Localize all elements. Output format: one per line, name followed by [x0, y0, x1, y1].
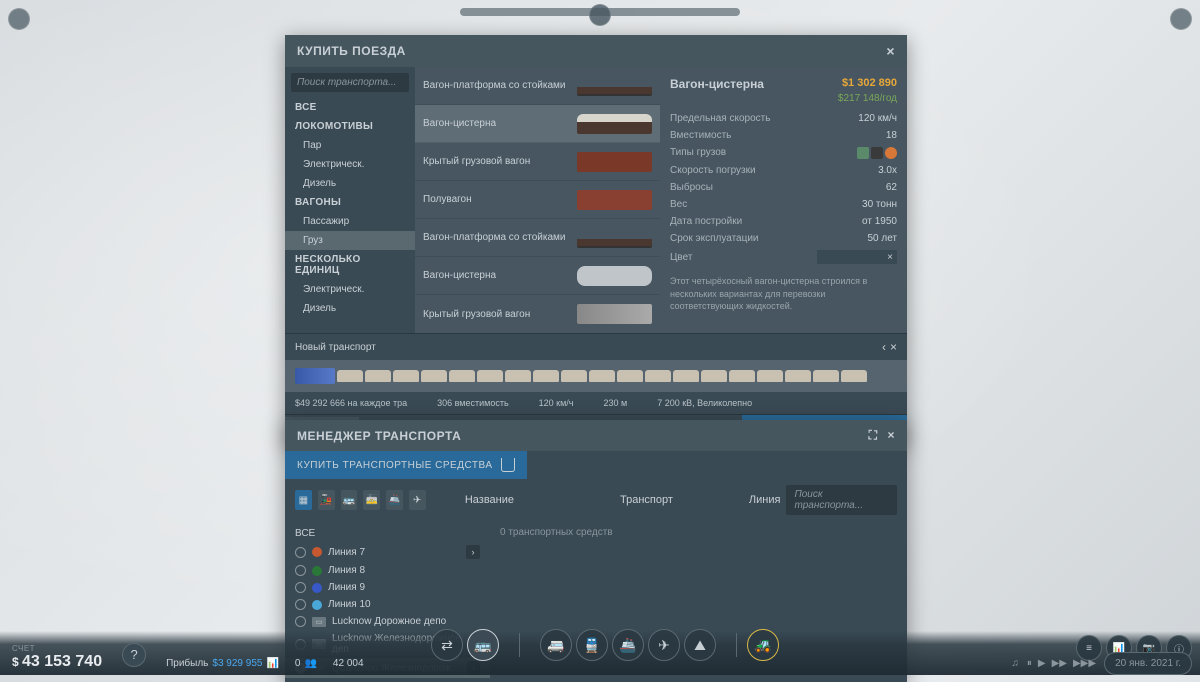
road-button[interactable]: 🚐	[540, 629, 572, 661]
pause-button[interactable]: ⏸	[1027, 658, 1032, 669]
train-stats: $49 292 666 на каждое тра 306 вместимост…	[285, 392, 907, 414]
line-item[interactable]: Линия 7›	[285, 542, 490, 562]
cat-steam[interactable]: Пар	[285, 136, 415, 155]
cat-electric[interactable]: Электрическ.	[285, 155, 415, 174]
top-center-button[interactable]	[589, 4, 611, 26]
vehicle-preview-icon	[577, 114, 652, 134]
filter-tram-icon[interactable]: 🚋	[363, 490, 380, 510]
balance-display[interactable]: СЧЕТ $ 43 153 740	[0, 640, 114, 675]
music-icon[interactable]: ♫	[1011, 658, 1019, 669]
settings-button[interactable]	[1170, 8, 1192, 30]
vehicle-details: Вагон-цистерна $1 302 890 $217 148/год П…	[660, 67, 907, 333]
filter-rail-icon[interactable]: 🚂	[318, 490, 335, 510]
cat-cargo[interactable]: Груз	[285, 231, 415, 250]
vehicle-preview-icon	[577, 152, 652, 172]
cat-mu-electric[interactable]: Электрическ.	[285, 280, 415, 299]
chart-icon[interactable]: 📊	[266, 658, 278, 669]
lines-all[interactable]: ВСЕ	[285, 525, 490, 542]
detail-name: Вагон-цистерна	[670, 77, 764, 91]
category-sidebar: Поиск транспорта... ВСЕ ЛОКОМОТИВЫ Пар Э…	[285, 67, 415, 333]
col-transport[interactable]: Транспорт	[620, 494, 673, 506]
cat-diesel[interactable]: Дизель	[285, 174, 415, 193]
water-button[interactable]: 🚢	[612, 629, 644, 661]
buy-window-title: КУПИТЬ ПОЕЗДА	[297, 44, 406, 58]
category-wagons[interactable]: ВАГОНЫ	[285, 193, 415, 212]
terrain-button[interactable]: ⛰	[684, 629, 716, 661]
depot-icon: ▭	[312, 617, 326, 627]
locomotive-icon	[295, 368, 335, 384]
cart-icon	[501, 458, 515, 472]
fast-button[interactable]: ▶▶	[1052, 658, 1067, 669]
close-icon[interactable]: ×	[886, 43, 895, 59]
cargo-icon	[857, 147, 869, 159]
build-toolbar: ⇄ 🚌 🚐 🚆 🚢 ✈ ⛰ 🚜	[421, 629, 779, 661]
manage-button[interactable]: 🚌	[467, 629, 499, 661]
bulldoze-button[interactable]: 🚜	[747, 629, 779, 661]
cat-passenger[interactable]: Пассажир	[285, 212, 415, 231]
category-multiple-units[interactable]: НЕСКОЛЬКО ЕДИНИЦ	[285, 250, 415, 280]
vehicle-item[interactable]: Вагон-цистерна	[415, 257, 660, 295]
vehicle-preview-icon	[577, 190, 652, 210]
nav-icon[interactable]: ›	[466, 545, 480, 559]
buy-vehicles-button[interactable]: КУПИТЬ ТРАНСПОРТНЫЕ СРЕДСТВА	[285, 451, 527, 479]
vehicle-description: Этот четырёхосный вагон-цистерна строилс…	[670, 275, 897, 313]
remove-icon[interactable]: ×	[890, 340, 897, 354]
vehicle-preview-icon	[577, 266, 652, 286]
col-line[interactable]: Линия	[749, 494, 781, 506]
cargo-icon	[885, 147, 897, 159]
train-composition-preview[interactable]	[285, 360, 907, 392]
category-locomotives[interactable]: ЛОКОМОТИВЫ	[285, 117, 415, 136]
cargo-icon	[871, 147, 883, 159]
rail-button[interactable]: 🚆	[576, 629, 608, 661]
top-left-button[interactable]	[8, 8, 30, 30]
detail-price: $1 302 890	[842, 77, 897, 91]
help-button[interactable]: ?	[122, 643, 146, 667]
view-grid-icon[interactable]: ▦	[295, 490, 312, 510]
bottom-stats: Прибыль$3 929 955📊 0👥 42 004	[154, 652, 375, 675]
buy-window-header: КУПИТЬ ПОЕЗДА ×	[285, 35, 907, 67]
manager-search-input[interactable]: Поиск транспорта...	[786, 485, 897, 515]
vehicle-search-input[interactable]: Поиск транспорта...	[291, 73, 409, 92]
new-transport-label: Новый транспорт	[295, 342, 376, 353]
vehicle-item[interactable]: Вагон-платформа со стойками	[415, 67, 660, 105]
line-item[interactable]: Линия 8	[285, 562, 490, 579]
close-icon[interactable]: ×	[887, 428, 895, 443]
line-item[interactable]: Линия 10	[285, 596, 490, 613]
play-button[interactable]: ▶	[1038, 658, 1046, 669]
vehicle-preview-icon	[577, 76, 652, 96]
depot-item[interactable]: ▭Lucknow Дорожное депо	[285, 613, 490, 630]
fastest-button[interactable]: ▶▶▶	[1073, 658, 1096, 669]
color-picker[interactable]: ×	[817, 250, 897, 264]
vehicle-preview-icon	[577, 228, 652, 248]
filter-road-icon[interactable]: 🚌	[341, 490, 358, 510]
vehicle-item[interactable]: Крытый грузовой вагон	[415, 143, 660, 181]
prev-icon[interactable]: ‹	[882, 340, 886, 354]
cargo-type-icons	[857, 147, 897, 159]
date-display[interactable]: 20 янв. 2021 г.	[1104, 652, 1192, 675]
filter-air-icon[interactable]: ✈	[409, 490, 426, 510]
vehicle-item[interactable]: Вагон-цистерна	[415, 105, 660, 143]
detail-running-cost: $217 148/год	[670, 93, 897, 104]
vehicle-item[interactable]: Вагон-платформа со стойками	[415, 219, 660, 257]
cat-mu-diesel[interactable]: Дизель	[285, 299, 415, 318]
filter-water-icon[interactable]: 🚢	[386, 490, 403, 510]
manager-toolbar: ▦ 🚂 🚌 🚋 🚢 ✈ Название Транспорт Линия Пои…	[285, 479, 907, 521]
buy-trains-window: КУПИТЬ ПОЕЗДА × Поиск транспорта... ВСЕ …	[285, 35, 907, 445]
people-icon: 👥	[304, 658, 316, 669]
air-button[interactable]: ✈	[648, 629, 680, 661]
col-name[interactable]: Название	[465, 494, 514, 506]
expand-icon[interactable]: ⛶	[869, 428, 878, 443]
shuffle-button[interactable]: ⇄	[431, 629, 463, 661]
vehicle-item[interactable]: Крытый грузовой вагон	[415, 295, 660, 333]
vehicle-list: Вагон-платформа со стойками Вагон-цистер…	[415, 67, 660, 333]
line-item[interactable]: Линия 9	[285, 579, 490, 596]
manager-header: МЕНЕДЖЕР ТРАНСПОРТА ⛶ ×	[285, 420, 907, 451]
vehicle-preview-icon	[577, 304, 652, 324]
category-all[interactable]: ВСЕ	[285, 98, 415, 117]
vehicle-item[interactable]: Полувагон	[415, 181, 660, 219]
manager-title: МЕНЕДЖЕР ТРАНСПОРТА	[297, 429, 461, 443]
